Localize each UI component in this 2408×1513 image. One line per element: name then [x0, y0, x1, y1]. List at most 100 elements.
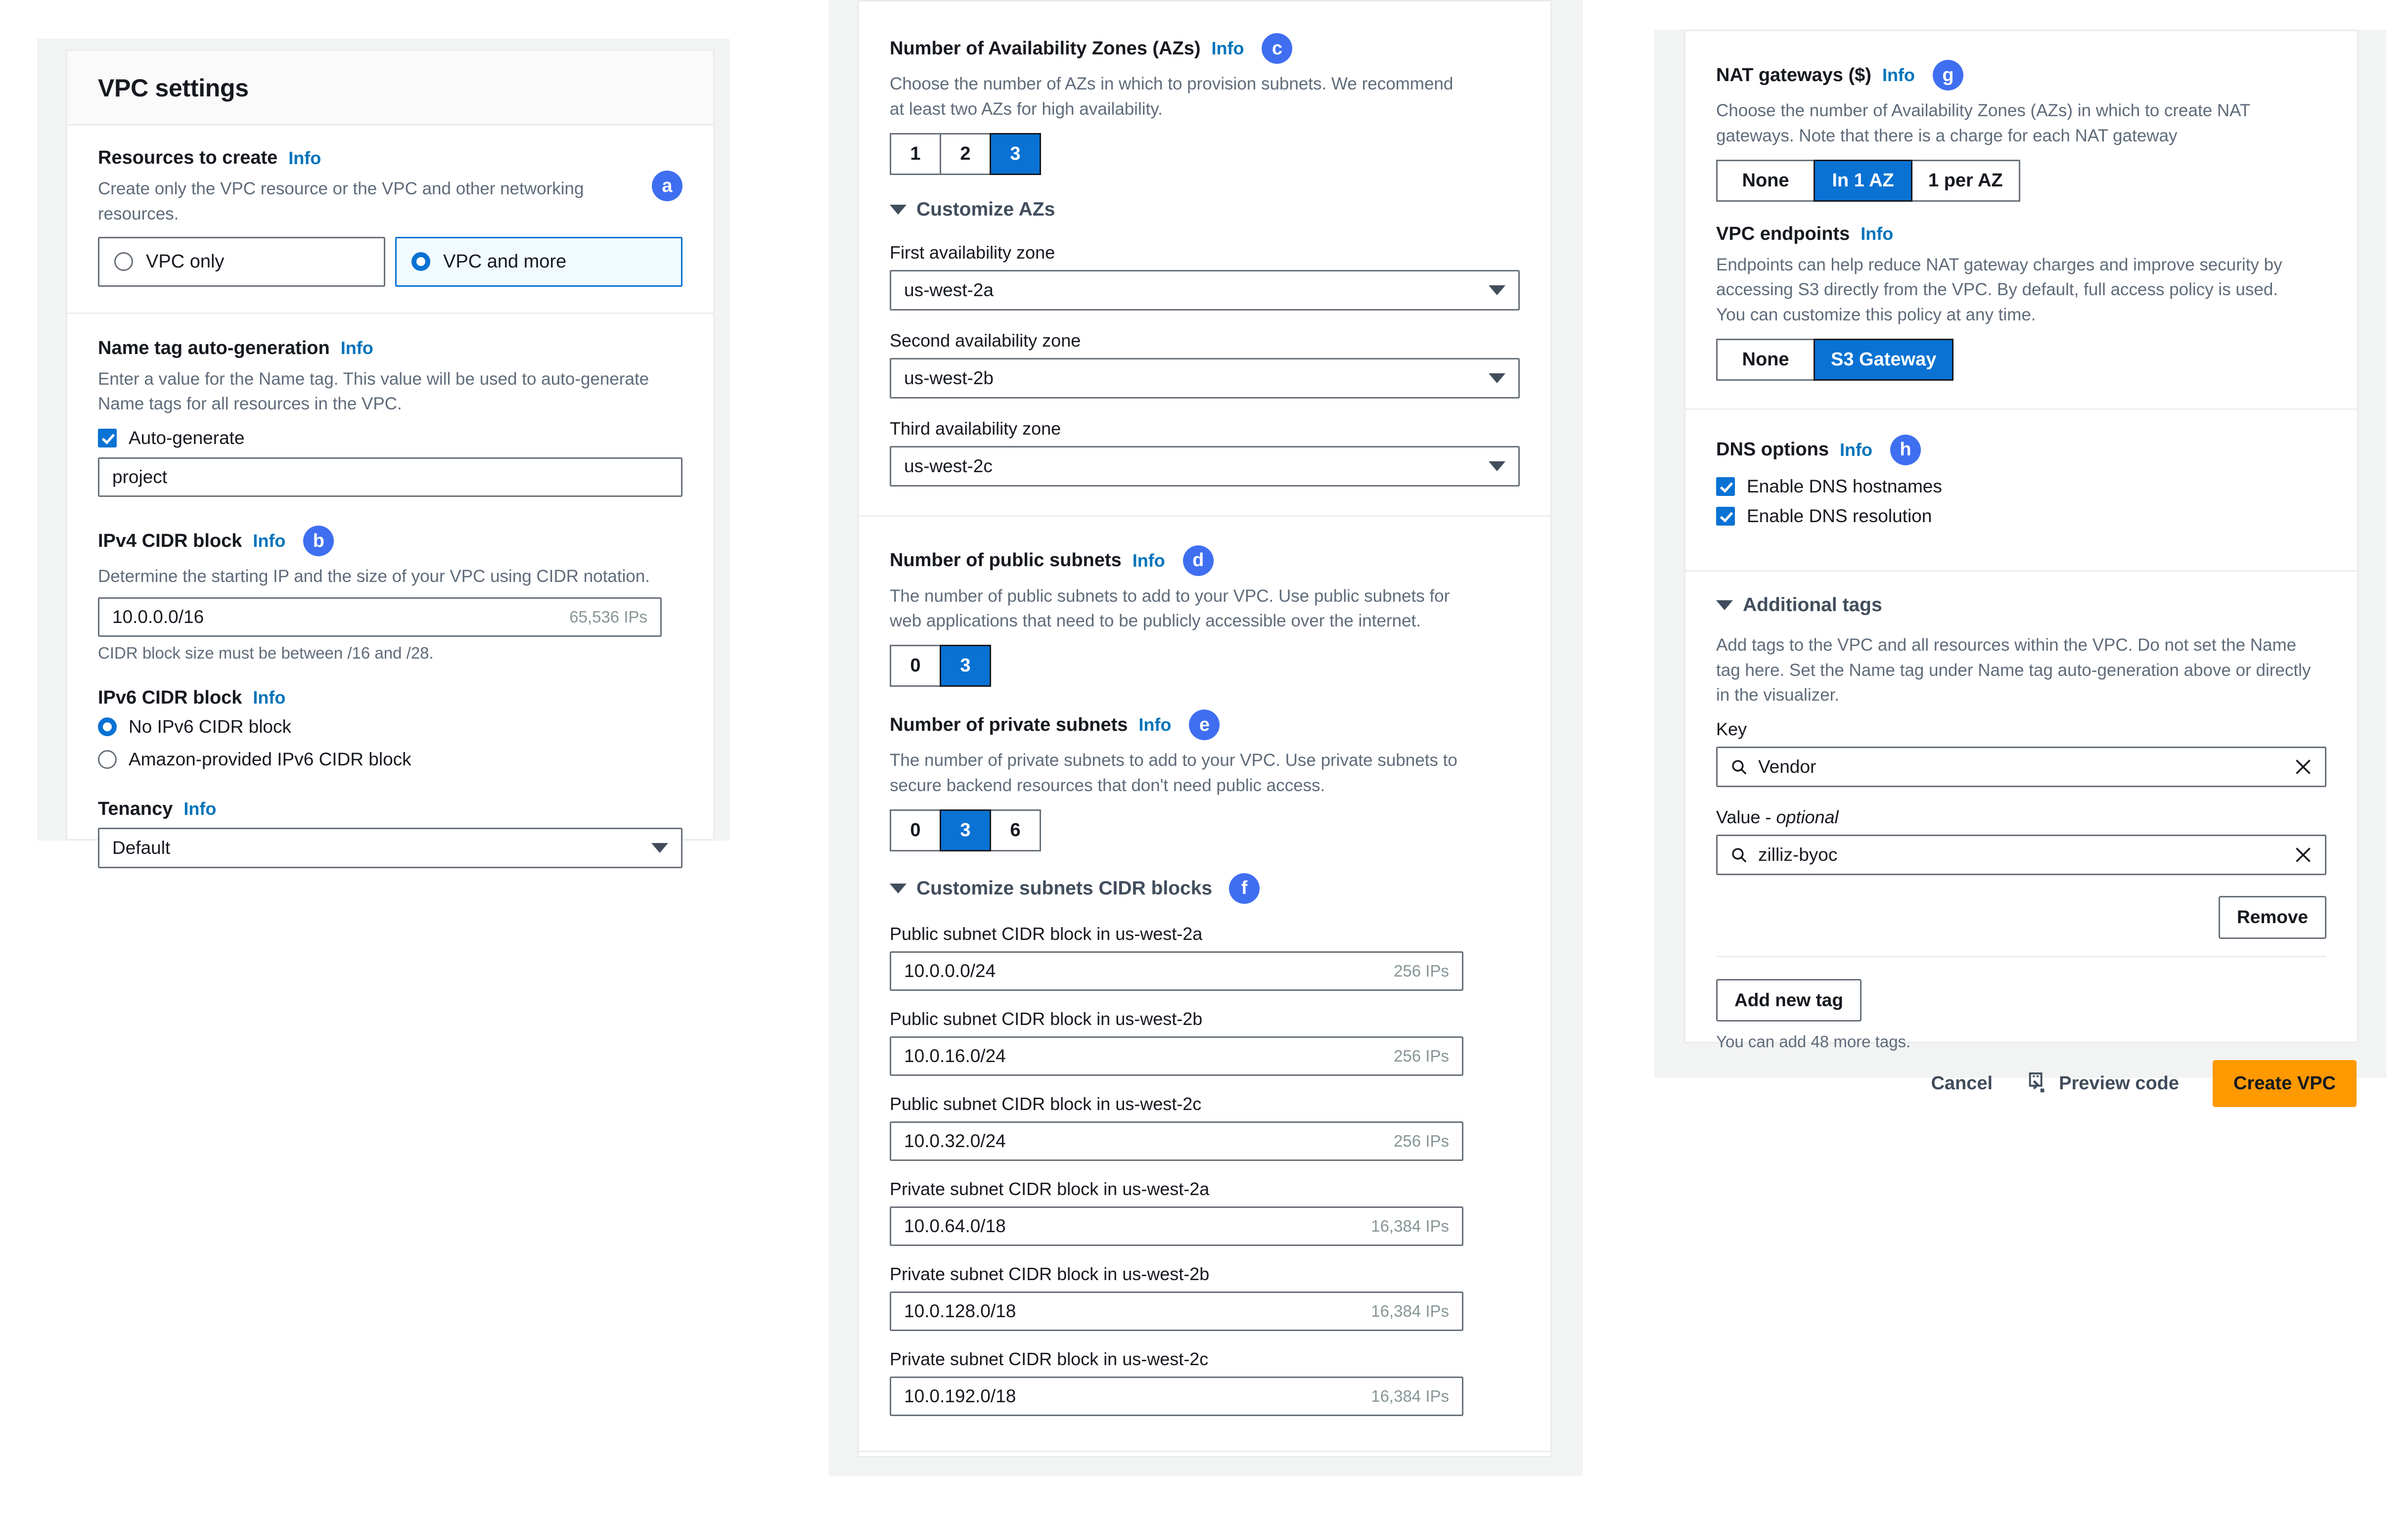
private-subnets-label-row: Number of private subnets Info e	[890, 710, 1520, 740]
name-tag-input[interactable]: project	[98, 457, 682, 497]
chevron-down-icon	[890, 205, 907, 215]
cidr-block-input[interactable]: 10.0.64.0/18 16,384 IPs	[890, 1206, 1463, 1246]
info-link-nat[interactable]: Info	[1882, 65, 1915, 86]
azs-label-row: Number of Availability Zones (AZs) Info …	[890, 33, 1520, 64]
chevron-down-icon	[890, 884, 907, 893]
info-link-ipv4[interactable]: Info	[253, 531, 285, 551]
info-link-tenancy[interactable]: Info	[183, 799, 216, 819]
cidr-block-input[interactable]: 10.0.192.0/18 16,384 IPs	[890, 1377, 1463, 1416]
dns-hostnames-label: Enable DNS hostnames	[1747, 476, 1942, 497]
tag-value-label-wrap: Value - optional	[1716, 807, 2326, 828]
subnets-card: Number of Availability Zones (AZs) Info …	[858, 0, 1552, 1458]
tenancy-select[interactable]: Default	[98, 828, 682, 868]
info-link-public-subnets[interactable]: Info	[1133, 550, 1165, 571]
customize-azs-expander[interactable]: Customize AZs	[890, 199, 1520, 221]
cidr-block-input[interactable]: 10.0.128.0/18 16,384 IPs	[890, 1291, 1463, 1331]
endpoints-option-s3-gateway[interactable]: S3 Gateway	[1814, 339, 1954, 381]
resource-option-vpc-only[interactable]: VPC only	[98, 237, 385, 287]
name-tag-value: project	[112, 467, 668, 488]
public-subnets-description: The number of public subnets to add to y…	[890, 584, 1463, 634]
public-subnets-option-0[interactable]: 0	[890, 645, 941, 687]
nat-option-none[interactable]: None	[1716, 160, 1815, 202]
info-link-endpoints[interactable]: Info	[1861, 223, 1893, 244]
cidr-block-ip-count: 256 IPs	[1394, 1047, 1449, 1066]
cidr-block-input[interactable]: 10.0.32.0/24 256 IPs	[890, 1121, 1463, 1161]
dns-hostnames-row[interactable]: Enable DNS hostnames	[1716, 476, 2326, 497]
ipv4-label-row: IPv4 CIDR block Info b	[98, 526, 682, 556]
subnets-section-spacer	[859, 1451, 1550, 1495]
ipv6-option-none[interactable]: No IPv6 CIDR block	[98, 716, 682, 737]
cidr-block-input[interactable]: 10.0.16.0/24 256 IPs	[890, 1036, 1463, 1076]
ipv4-label: IPv4 CIDR block	[98, 531, 242, 552]
customize-cidr-label: Customize subnets CIDR blocks	[916, 878, 1212, 899]
tag-value-input[interactable]: zilliz-byoc	[1716, 835, 2326, 875]
callout-badge-g: g	[1933, 60, 1963, 90]
checkbox-icon	[1716, 507, 1735, 526]
close-icon[interactable]	[2294, 846, 2312, 864]
chevron-down-icon	[651, 843, 668, 853]
ipv6-option-amazon[interactable]: Amazon-provided IPv6 CIDR block	[98, 749, 682, 770]
private-subnets-option-6[interactable]: 6	[990, 809, 1041, 851]
info-link-azs[interactable]: Info	[1211, 38, 1244, 59]
azs-label: Number of Availability Zones (AZs)	[890, 38, 1200, 59]
azs-count-segmented-control: 1 2 3	[890, 133, 1041, 175]
cidr-block-value: 10.0.16.0/24	[904, 1046, 1394, 1067]
radio-icon	[411, 252, 430, 271]
additional-tags-section: Additional tags Add tags to the VPC and …	[1685, 570, 2357, 1074]
private-subnets-description: The number of private subnets to add to …	[890, 748, 1463, 799]
endpoints-option-none[interactable]: None	[1716, 339, 1815, 381]
azs-count-option-2[interactable]: 2	[940, 133, 991, 175]
resource-option-vpc-and-more[interactable]: VPC and more	[395, 237, 682, 287]
callout-badge-e: e	[1189, 710, 1220, 740]
tag-key-value: Vendor	[1758, 756, 2283, 777]
cidr-block-value: 10.0.0.0/24	[904, 961, 1394, 981]
nat-option-in-1-az[interactable]: In 1 AZ	[1814, 160, 1912, 202]
checkbox-icon	[98, 429, 117, 447]
preview-code-button[interactable]: Preview code	[2026, 1071, 2179, 1096]
name-tag-description: Enter a value for the Name tag. This val…	[98, 367, 672, 417]
cidr-block-input[interactable]: 10.0.0.0/24 256 IPs	[890, 951, 1463, 991]
info-link-ipv6[interactable]: Info	[253, 687, 285, 708]
second-az-select[interactable]: us-west-2b	[890, 358, 1520, 399]
ipv6-label-row: IPv6 CIDR block Info	[98, 687, 682, 709]
search-icon	[1730, 846, 1747, 863]
ipv6-option-label: Amazon-provided IPv6 CIDR block	[129, 749, 411, 770]
remove-tag-button[interactable]: Remove	[2219, 896, 2326, 939]
resources-tile-group: VPC only VPC and more	[98, 237, 682, 287]
first-az-label: First availability zone	[890, 242, 1520, 263]
chevron-down-icon	[1489, 373, 1505, 383]
dns-options-label: DNS options	[1716, 439, 1829, 460]
add-new-tag-button[interactable]: Add new tag	[1716, 979, 1862, 1022]
azs-count-option-1[interactable]: 1	[890, 133, 941, 175]
network-options-card: NAT gateways ($) Info g Choose the numbe…	[1684, 30, 2359, 1043]
create-vpc-button[interactable]: Create VPC	[2213, 1060, 2357, 1107]
first-az-select[interactable]: us-west-2a	[890, 270, 1520, 311]
third-az-value: us-west-2c	[904, 456, 1489, 477]
ipv4-cidr-input[interactable]: 10.0.0.0/16 65,536 IPs	[98, 597, 662, 637]
private-subnets-option-3[interactable]: 3	[940, 809, 991, 851]
info-link-resources[interactable]: Info	[288, 148, 321, 169]
public-subnets-option-3[interactable]: 3	[940, 645, 991, 687]
additional-tags-expander[interactable]: Additional tags	[1716, 594, 2326, 616]
ipv6-option-label: No IPv6 CIDR block	[129, 716, 291, 737]
cidr-block-ip-count: 16,384 IPs	[1371, 1387, 1449, 1406]
dns-resolution-label: Enable DNS resolution	[1747, 506, 1932, 527]
dns-resolution-row[interactable]: Enable DNS resolution	[1716, 506, 2326, 527]
tag-key-input[interactable]: Vendor	[1716, 747, 2326, 787]
callout-badge-f: f	[1229, 873, 1260, 904]
cancel-button[interactable]: Cancel	[1931, 1073, 1993, 1094]
private-subnets-option-0[interactable]: 0	[890, 809, 941, 851]
info-link-private-subnets[interactable]: Info	[1138, 714, 1171, 735]
radio-icon	[98, 717, 117, 736]
azs-count-option-3[interactable]: 3	[990, 133, 1041, 175]
customize-cidr-expander[interactable]: Customize subnets CIDR blocks f	[890, 873, 1520, 904]
third-az-select[interactable]: us-west-2c	[890, 446, 1520, 487]
info-link-dns[interactable]: Info	[1840, 440, 1872, 460]
customize-azs-label: Customize AZs	[916, 199, 1055, 221]
cidr-block-value: 10.0.192.0/18	[904, 1386, 1371, 1407]
callout-badge-c: c	[1262, 33, 1292, 64]
nat-option-1-per-az[interactable]: 1 per AZ	[1911, 160, 2020, 202]
auto-generate-row[interactable]: Auto-generate	[98, 428, 682, 448]
info-link-name-tag[interactable]: Info	[341, 338, 373, 358]
close-icon[interactable]	[2294, 758, 2312, 776]
